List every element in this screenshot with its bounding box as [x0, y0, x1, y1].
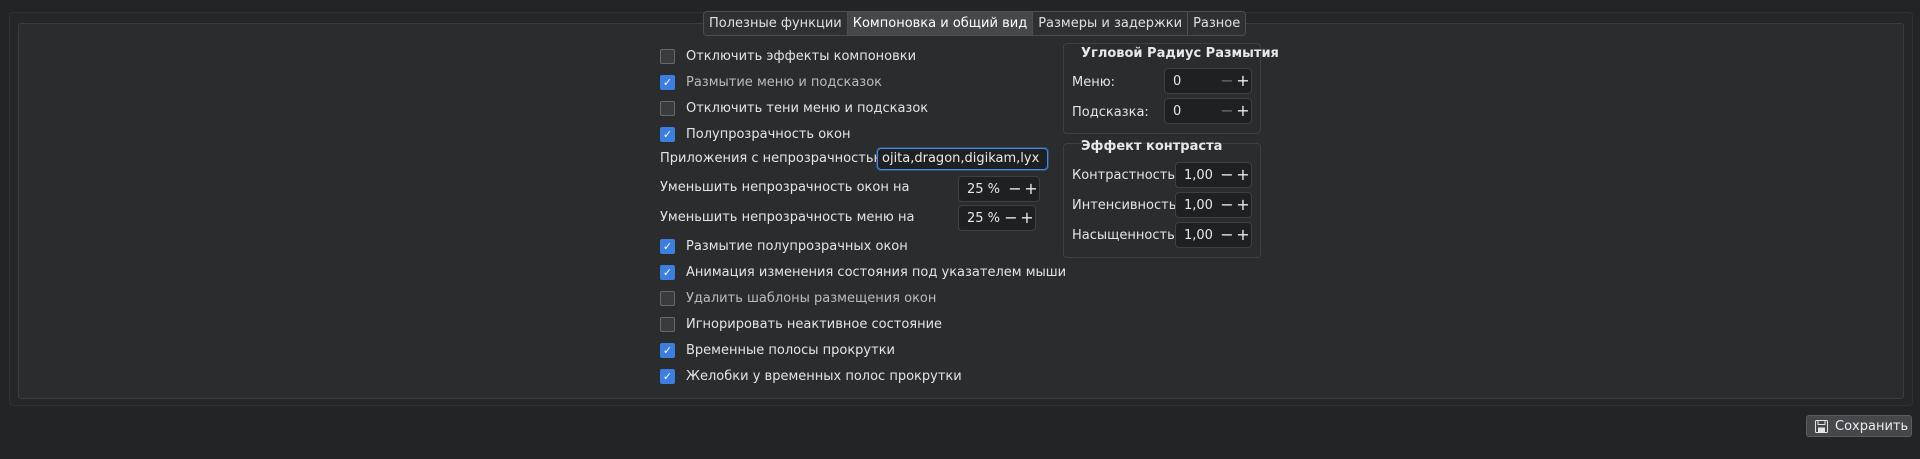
option-overlay-scrollbars[interactable]: Временные полосы прокрутки: [660, 340, 895, 360]
menu-radius-spinbox[interactable]: 0 − +: [1164, 68, 1252, 94]
minus-icon[interactable]: −: [1007, 176, 1023, 202]
plus-icon[interactable]: +: [1235, 98, 1251, 124]
option-label: Размытие меню и подсказок: [686, 74, 883, 90]
checkbox[interactable]: [660, 290, 675, 306]
menu-radius-label: Меню:: [1072, 75, 1116, 90]
reduce-menu-opacity-label: Уменьшить непрозрачность меню на: [660, 210, 915, 225]
tooltip-radius-spinbox[interactable]: 0 − +: [1164, 98, 1252, 124]
intensity-spinbox[interactable]: 1,00 − +: [1175, 192, 1252, 218]
spin-value: 0: [1173, 103, 1182, 119]
reduce-window-opacity-spinbox[interactable]: 25 % − +: [958, 176, 1040, 202]
option-hover-animation[interactable]: Анимация изменения состояния под указате…: [660, 262, 1066, 282]
tab-composition-appearance[interactable]: Компоновка и общий вид: [847, 12, 1034, 35]
spin-value: 0: [1173, 73, 1182, 89]
tooltip-radius-label: Подсказка:: [1072, 105, 1149, 120]
option-blur-menus[interactable]: Размытие меню и подсказок: [660, 72, 882, 92]
tab-sizes-delays[interactable]: Размеры и задержки: [1033, 12, 1189, 35]
checkbox[interactable]: [660, 342, 675, 358]
option-label: Размытие полупрозрачных окон: [686, 238, 908, 254]
contrast-spinbox[interactable]: 1,00 − +: [1175, 162, 1252, 188]
minus-icon[interactable]: −: [1219, 98, 1235, 124]
plus-icon[interactable]: +: [1235, 222, 1251, 248]
intensity-label: Интенсивность:: [1072, 198, 1181, 213]
checkbox[interactable]: [660, 316, 675, 332]
contrast-effect-title: Эффект контраста: [1081, 139, 1223, 154]
minus-icon[interactable]: −: [1219, 222, 1235, 248]
option-window-translucency[interactable]: Полупрозрачность окон: [660, 124, 850, 144]
spin-value: 1,00: [1184, 197, 1213, 213]
tab-misc[interactable]: Разное: [1188, 12, 1246, 35]
opaque-apps-input[interactable]: ojita,dragon,digikam,lyx: [877, 148, 1048, 170]
option-scrollbar-grooves[interactable]: Желобки у временных полос прокрутки: [660, 366, 962, 386]
minus-icon[interactable]: −: [1219, 192, 1235, 218]
option-disable-composition[interactable]: Отключить эффекты компоновки: [660, 46, 916, 66]
saturation-label: Насыщенность:: [1072, 228, 1180, 243]
plus-icon[interactable]: +: [1019, 205, 1035, 231]
option-label: Желобки у временных полос прокрутки: [686, 368, 962, 384]
plus-icon[interactable]: +: [1235, 192, 1251, 218]
option-label: Временные полосы прокрутки: [686, 342, 896, 358]
blur-radius-title: Угловой Радиус Размытия: [1081, 46, 1279, 61]
spin-value: 25 %: [967, 210, 1001, 226]
checkbox[interactable]: [660, 48, 675, 64]
option-label: Анимация изменения состояния под указате…: [686, 264, 1067, 280]
option-blur-translucent-windows[interactable]: Размытие полупрозрачных окон: [660, 236, 908, 256]
minus-icon[interactable]: −: [1219, 68, 1235, 94]
option-label: Отключить тени меню и подсказок: [686, 100, 929, 116]
plus-icon[interactable]: +: [1235, 162, 1251, 188]
option-ignore-inactive[interactable]: Игнорировать неактивное состояние: [660, 314, 942, 334]
checkbox[interactable]: [660, 264, 675, 280]
option-disable-shadows[interactable]: Отключить тени меню и подсказок: [660, 98, 928, 118]
save-icon: [1815, 419, 1828, 433]
save-button[interactable]: Сохранить: [1806, 415, 1912, 437]
saturation-spinbox[interactable]: 1,00 − +: [1175, 222, 1252, 248]
checkbox[interactable]: [660, 368, 675, 384]
tab-bar: Полезные функции Компоновка и общий вид …: [703, 11, 1247, 36]
checkbox[interactable]: [660, 74, 675, 90]
option-label: Игнорировать неактивное состояние: [686, 316, 943, 332]
reduce-window-opacity-label: Уменьшить непрозрачность окон на: [660, 180, 910, 195]
opaque-apps-label: Приложения с непрозрачностью:: [660, 151, 889, 166]
checkbox[interactable]: [660, 100, 675, 116]
option-label: Отключить эффекты компоновки: [686, 48, 917, 64]
plus-icon[interactable]: +: [1235, 68, 1251, 94]
plus-icon[interactable]: +: [1023, 176, 1039, 202]
minus-icon[interactable]: −: [1219, 162, 1235, 188]
option-remove-placement-templates[interactable]: Удалить шаблоны размещения окон: [660, 288, 936, 308]
minus-icon[interactable]: −: [1003, 205, 1019, 231]
checkbox[interactable]: [660, 126, 675, 142]
reduce-menu-opacity-spinbox[interactable]: 25 % − +: [958, 205, 1036, 231]
checkbox[interactable]: [660, 238, 675, 254]
spin-value: 25 %: [967, 181, 1001, 197]
spin-value: 1,00: [1184, 167, 1213, 183]
tab-useful-features[interactable]: Полезные функции: [704, 12, 848, 35]
option-label: Полупрозрачность окон: [686, 126, 851, 142]
spin-value: 1,00: [1184, 227, 1213, 243]
option-label: Удалить шаблоны размещения окон: [686, 290, 937, 306]
save-button-label: Сохранить: [1835, 418, 1909, 434]
contrast-label: Контрастность:: [1072, 168, 1180, 183]
